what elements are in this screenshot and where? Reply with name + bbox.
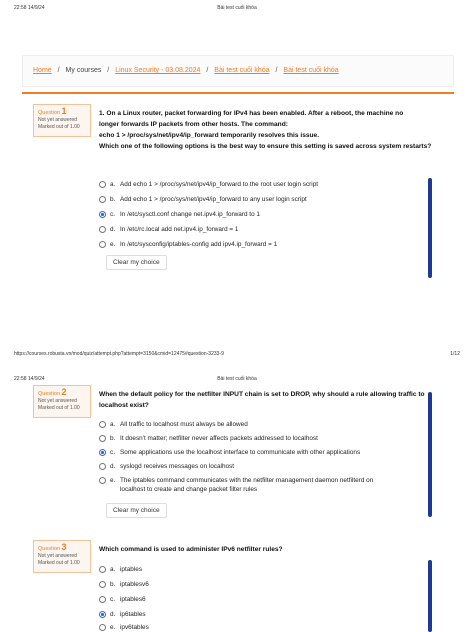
radio-button[interactable] <box>99 596 106 603</box>
scrollbar[interactable] <box>428 392 432 517</box>
print-page-number: 1/12 <box>450 351 460 357</box>
question-info-3: Question 3 Not yet answered Marked out o… <box>33 540 91 573</box>
radio-button-selected[interactable] <box>99 611 106 618</box>
print-title: Bài test cuối khóa <box>217 5 257 11</box>
answer-option[interactable]: a. iptables <box>99 565 142 574</box>
answer-option[interactable]: b. Add echo 1 > /proc/sys/net/ipv4/ip_for… <box>99 195 307 204</box>
answer-list-2: a. All traffic to localhost must always b… <box>99 418 434 500</box>
breadcrumb-section[interactable]: Bài test cuối khóa <box>214 67 269 74</box>
answer-option[interactable]: b. iptablesv6 <box>99 580 149 589</box>
question-mark: Marked out of 1.00 <box>38 124 80 130</box>
question-status: Not yet answered <box>38 553 77 559</box>
radio-button[interactable] <box>99 181 106 188</box>
breadcrumb-current[interactable]: Bài test cuối khóa <box>283 67 338 74</box>
answer-option[interactable]: c. iptables6 <box>99 595 146 604</box>
radio-button[interactable] <box>99 421 106 428</box>
question-number: Question 2 <box>38 387 67 398</box>
radio-button[interactable] <box>99 566 106 573</box>
radio-button[interactable] <box>99 624 106 631</box>
answer-option[interactable]: e. In /etc/sysconfig/iptables-config add … <box>99 240 277 249</box>
answer-option[interactable]: b. It doesn't matter; netfilter never aff… <box>99 434 318 443</box>
radio-button[interactable] <box>99 477 106 484</box>
answer-option[interactable]: d. syslogd receives messages on localhost <box>99 462 234 471</box>
scrollbar[interactable] <box>428 178 432 278</box>
question-status: Not yet answered <box>38 117 77 123</box>
radio-button[interactable] <box>99 463 106 470</box>
question-mark: Marked out of 1.00 <box>38 405 80 411</box>
breadcrumb-separator: / <box>57 67 60 74</box>
breadcrumb-my-courses[interactable]: My courses <box>66 67 102 74</box>
clear-choice-button[interactable]: Clear my choice <box>106 255 167 270</box>
radio-button[interactable] <box>99 226 106 233</box>
answer-option[interactable]: e. ipv6tables <box>99 623 149 632</box>
breadcrumb-separator: / <box>206 67 209 74</box>
breadcrumb: Home / My courses / Linux Security - 03.… <box>22 55 454 87</box>
accent-divider <box>22 92 454 94</box>
question-info-1: Question 1 Not yet answered Marked out o… <box>33 104 91 137</box>
answer-option[interactable]: a. All traffic to localhost must always b… <box>99 420 248 429</box>
answer-option[interactable]: d. In /etc/rc.local add net.ipv4.ip_forwa… <box>99 225 238 234</box>
question-number: Question 1 <box>38 106 67 117</box>
answer-option[interactable]: c. Some applications use the localhost in… <box>99 448 360 457</box>
question-text-2: When the default policy for the netfilte… <box>99 391 425 409</box>
radio-button[interactable] <box>99 435 106 442</box>
answer-option[interactable]: e. The iptables command communicates with… <box>99 476 373 494</box>
question-status: Not yet answered <box>38 398 77 404</box>
breadcrumb-course[interactable]: Linux Security - 03.08.2024 <box>115 67 200 74</box>
answer-list-3: a. iptables b. iptablesv6 c. iptables6 d. ip… <box>99 563 434 632</box>
scrollbar[interactable] <box>428 560 432 632</box>
radio-button-selected[interactable] <box>99 211 106 218</box>
question-text-1: 1. On a Linux router, packet forwarding … <box>99 110 432 150</box>
question-mark: Marked out of 1.00 <box>38 560 80 566</box>
breadcrumb-separator: / <box>107 67 110 74</box>
breadcrumb-home[interactable]: Home <box>33 67 52 74</box>
question-text-3: Which command is used to administer IPv6… <box>99 546 283 553</box>
breadcrumb-separator: / <box>275 67 278 74</box>
radio-button[interactable] <box>99 241 106 248</box>
radio-button-selected[interactable] <box>99 449 106 456</box>
print-url: https://courses.robusta.vn/mod/quiz/atte… <box>14 351 224 357</box>
answer-option[interactable]: a. Add echo 1 > /proc/sys/net/ipv4/ip_for… <box>99 180 318 189</box>
question-number: Question 3 <box>38 542 67 553</box>
print-title: Bài test cuối khóa <box>217 376 257 382</box>
answer-option[interactable]: d. ip6tables <box>99 610 146 619</box>
radio-button[interactable] <box>99 581 106 588</box>
clear-choice-button[interactable]: Clear my choice <box>106 503 167 518</box>
question-info-2: Question 2 Not yet answered Marked out o… <box>33 385 91 418</box>
answer-option[interactable]: c. In /etc/sysctl.conf change net.ipv4.ip… <box>99 210 260 219</box>
radio-button[interactable] <box>99 196 106 203</box>
